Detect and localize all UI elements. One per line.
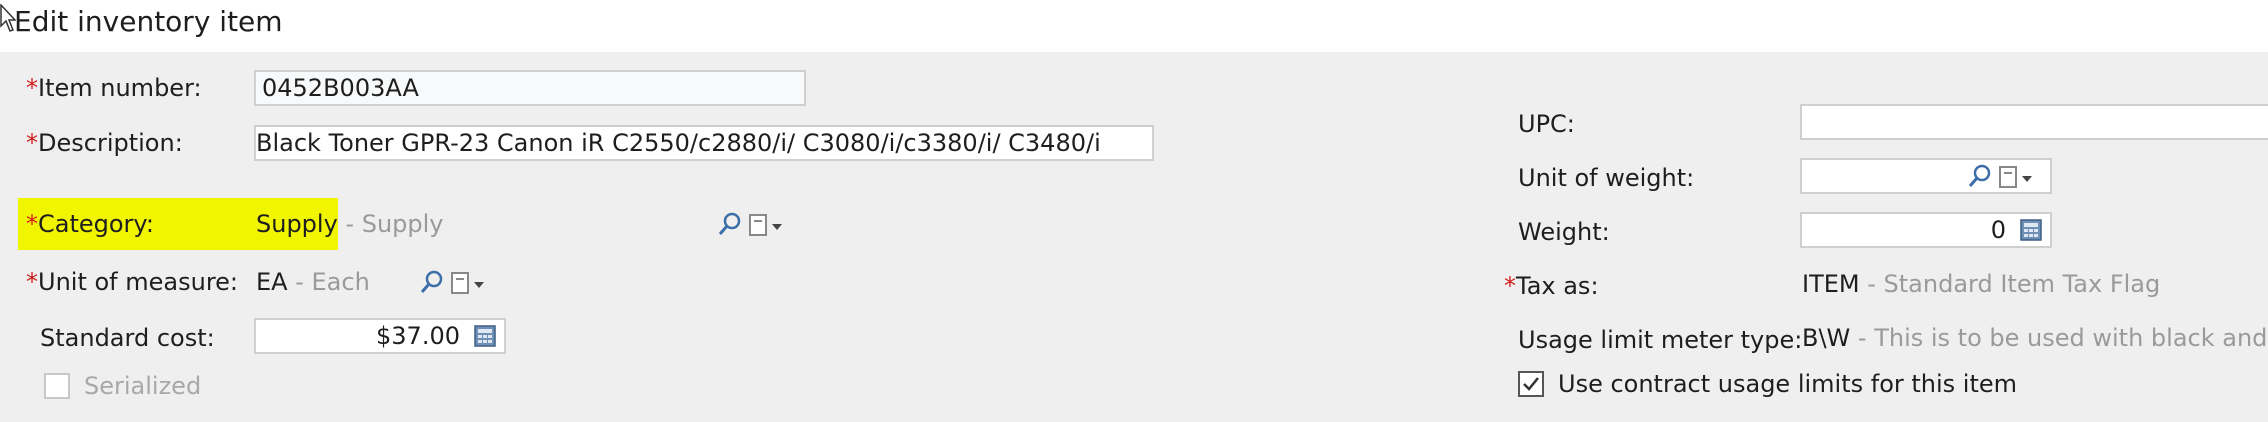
search-icon[interactable] <box>1968 163 1992 191</box>
dropdown-icon[interactable] <box>1998 163 2036 191</box>
description-label: *Description: <box>26 129 183 157</box>
serialized-label: Serialized <box>84 372 202 400</box>
standard-cost-field[interactable]: $37.00 <box>254 318 506 354</box>
usage-limit-meter-type-field[interactable]: B\W - This is to be used with black and … <box>1800 320 2268 356</box>
weight-label: Weight: <box>1518 218 1610 246</box>
dropdown-icon[interactable] <box>450 269 488 297</box>
use-contract-usage-limits-label: Use contract usage limits for this item <box>1558 370 2018 398</box>
item-number-field[interactable]: 0452B003AA <box>254 70 806 106</box>
search-icon[interactable] <box>718 211 742 239</box>
search-icon[interactable] <box>420 269 444 297</box>
calculator-icon[interactable] <box>474 325 496 347</box>
unit-of-weight-field[interactable] <box>1800 158 2052 194</box>
weight-field[interactable]: 0 <box>1800 212 2052 248</box>
dropdown-icon[interactable] <box>748 211 786 239</box>
unit-of-measure-label: *Unit of measure: <box>26 268 239 296</box>
tax-as-label: *Tax as: <box>1504 272 1599 300</box>
unit-of-weight-label: Unit of weight: <box>1518 164 1695 192</box>
item-number-label: *Item number: <box>26 74 202 102</box>
standard-cost-label: Standard cost: <box>40 324 215 352</box>
description-field[interactable]: Black Toner GPR-23 Canon iR C2550/c2880/… <box>254 125 1154 161</box>
checkmark-icon <box>1523 377 1539 391</box>
use-contract-usage-limits-checkbox[interactable] <box>1518 371 1544 397</box>
unit-of-measure-field[interactable]: EA - Each <box>254 264 506 300</box>
category-field[interactable]: Supply - Supply <box>254 206 804 242</box>
upc-field[interactable] <box>1800 104 2268 140</box>
calculator-icon[interactable] <box>2020 219 2042 241</box>
serialized-checkbox[interactable] <box>44 373 70 399</box>
page-title: Edit inventory item <box>14 5 283 38</box>
usage-limit-meter-type-label: Usage limit meter type: <box>1518 326 1803 354</box>
title-bar: Edit inventory item <box>0 0 2268 52</box>
tax-as-field[interactable]: ITEM - Standard Item Tax Flag <box>1800 266 2268 302</box>
category-label: *Category: <box>26 210 154 238</box>
upc-label: UPC: <box>1518 110 1575 138</box>
